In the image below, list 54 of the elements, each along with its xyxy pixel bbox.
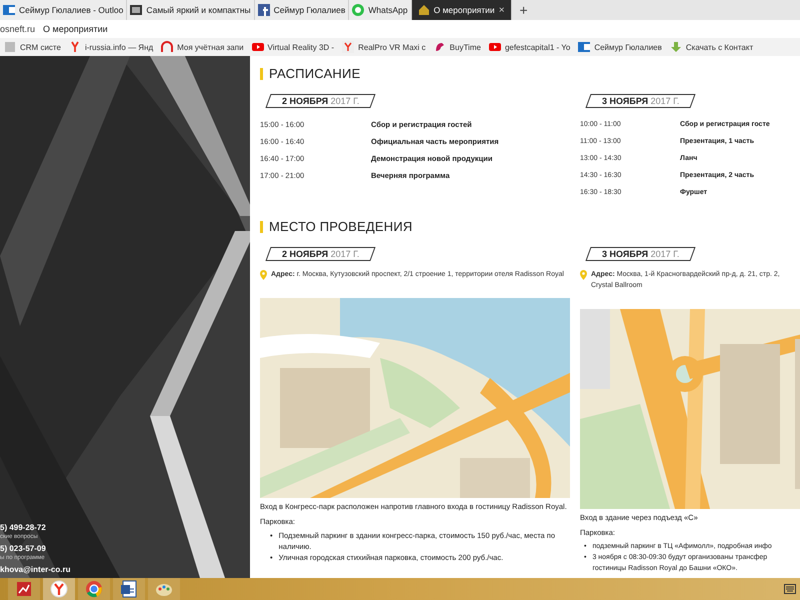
browser-tab[interactable]: WhatsApp [349,0,412,20]
chart-icon [15,580,33,598]
play-icon [252,41,264,53]
circle-icon [85,580,103,598]
chat-icon [352,4,364,16]
taskbar-button[interactable] [43,578,75,600]
square-icon [130,4,142,16]
arch-icon [161,41,174,53]
bird-icon [434,41,446,53]
bookmark[interactable]: Virtual Reality 3D - [248,41,338,53]
house-icon [418,4,430,16]
pin-icon [580,270,587,280]
section-title: МЕСТО ПРОВЕДЕНИЯ [269,219,413,234]
y-icon [68,41,81,53]
y-icon [342,41,354,53]
url-text[interactable]: osneft.ru [0,24,36,34]
browser-tab[interactable]: Сеймур Гюлалиев [254,0,350,20]
taskbar-button[interactable] [113,578,145,600]
bookmark[interactable]: BuyTime [430,41,485,53]
document-icon [120,580,138,598]
section-title: РАСПИСАНИЕ [269,66,360,81]
date-badge: 3 НОЯБРЯ 2017 Г. [584,247,698,261]
taskbar-button[interactable] [78,578,110,600]
close-button[interactable]: × [498,4,505,16]
browser-tab[interactable]: Сеймур Гюлалиев - Outloo [0,0,128,20]
browser-tab[interactable]: Самый яркий и компактны [127,0,255,20]
page-title: О мероприятии [43,24,108,34]
bookmark[interactable]: Моя учётная запи [157,41,248,53]
download-icon [670,41,682,53]
phone-number: 5) 023-57-09 [0,544,47,554]
mail-icon [578,41,590,53]
date-badge: 2 НОЯБРЯ 2017 Г. [264,247,378,261]
taskbar-button[interactable] [8,578,40,600]
heading-marker [260,220,263,232]
f-icon [258,4,270,16]
browser-tab[interactable]: О мероприятии × [412,0,512,20]
bookmark[interactable]: RealPro VR Maxi c [338,41,430,53]
new-tab-button[interactable]: + [512,0,536,20]
heading-marker [260,68,263,80]
bookmark[interactable]: gefestcapital1 - Yo [484,41,574,53]
bookmark[interactable]: Сеймур Гюлалиев [574,41,666,53]
square-icon [4,41,16,53]
pin-icon [260,270,267,280]
bookmark[interactable]: i-russia.info — Янд [64,41,158,53]
y-icon [50,580,68,598]
play-icon [488,41,501,53]
bookmark[interactable]: Скачать с Контакт [666,41,758,53]
mail-icon [3,4,15,16]
bookmark[interactable]: CRM систе [0,41,65,53]
date-badge: 2 НОЯБРЯ 2017 Г. [264,94,378,108]
email-link[interactable]: khova@inter-co.ru [0,565,70,574]
keyboard-icon[interactable] [784,584,796,594]
phone-number: 5) 499-28-72 [0,523,47,533]
date-badge: 3 НОЯБРЯ 2017 Г. [584,94,698,108]
